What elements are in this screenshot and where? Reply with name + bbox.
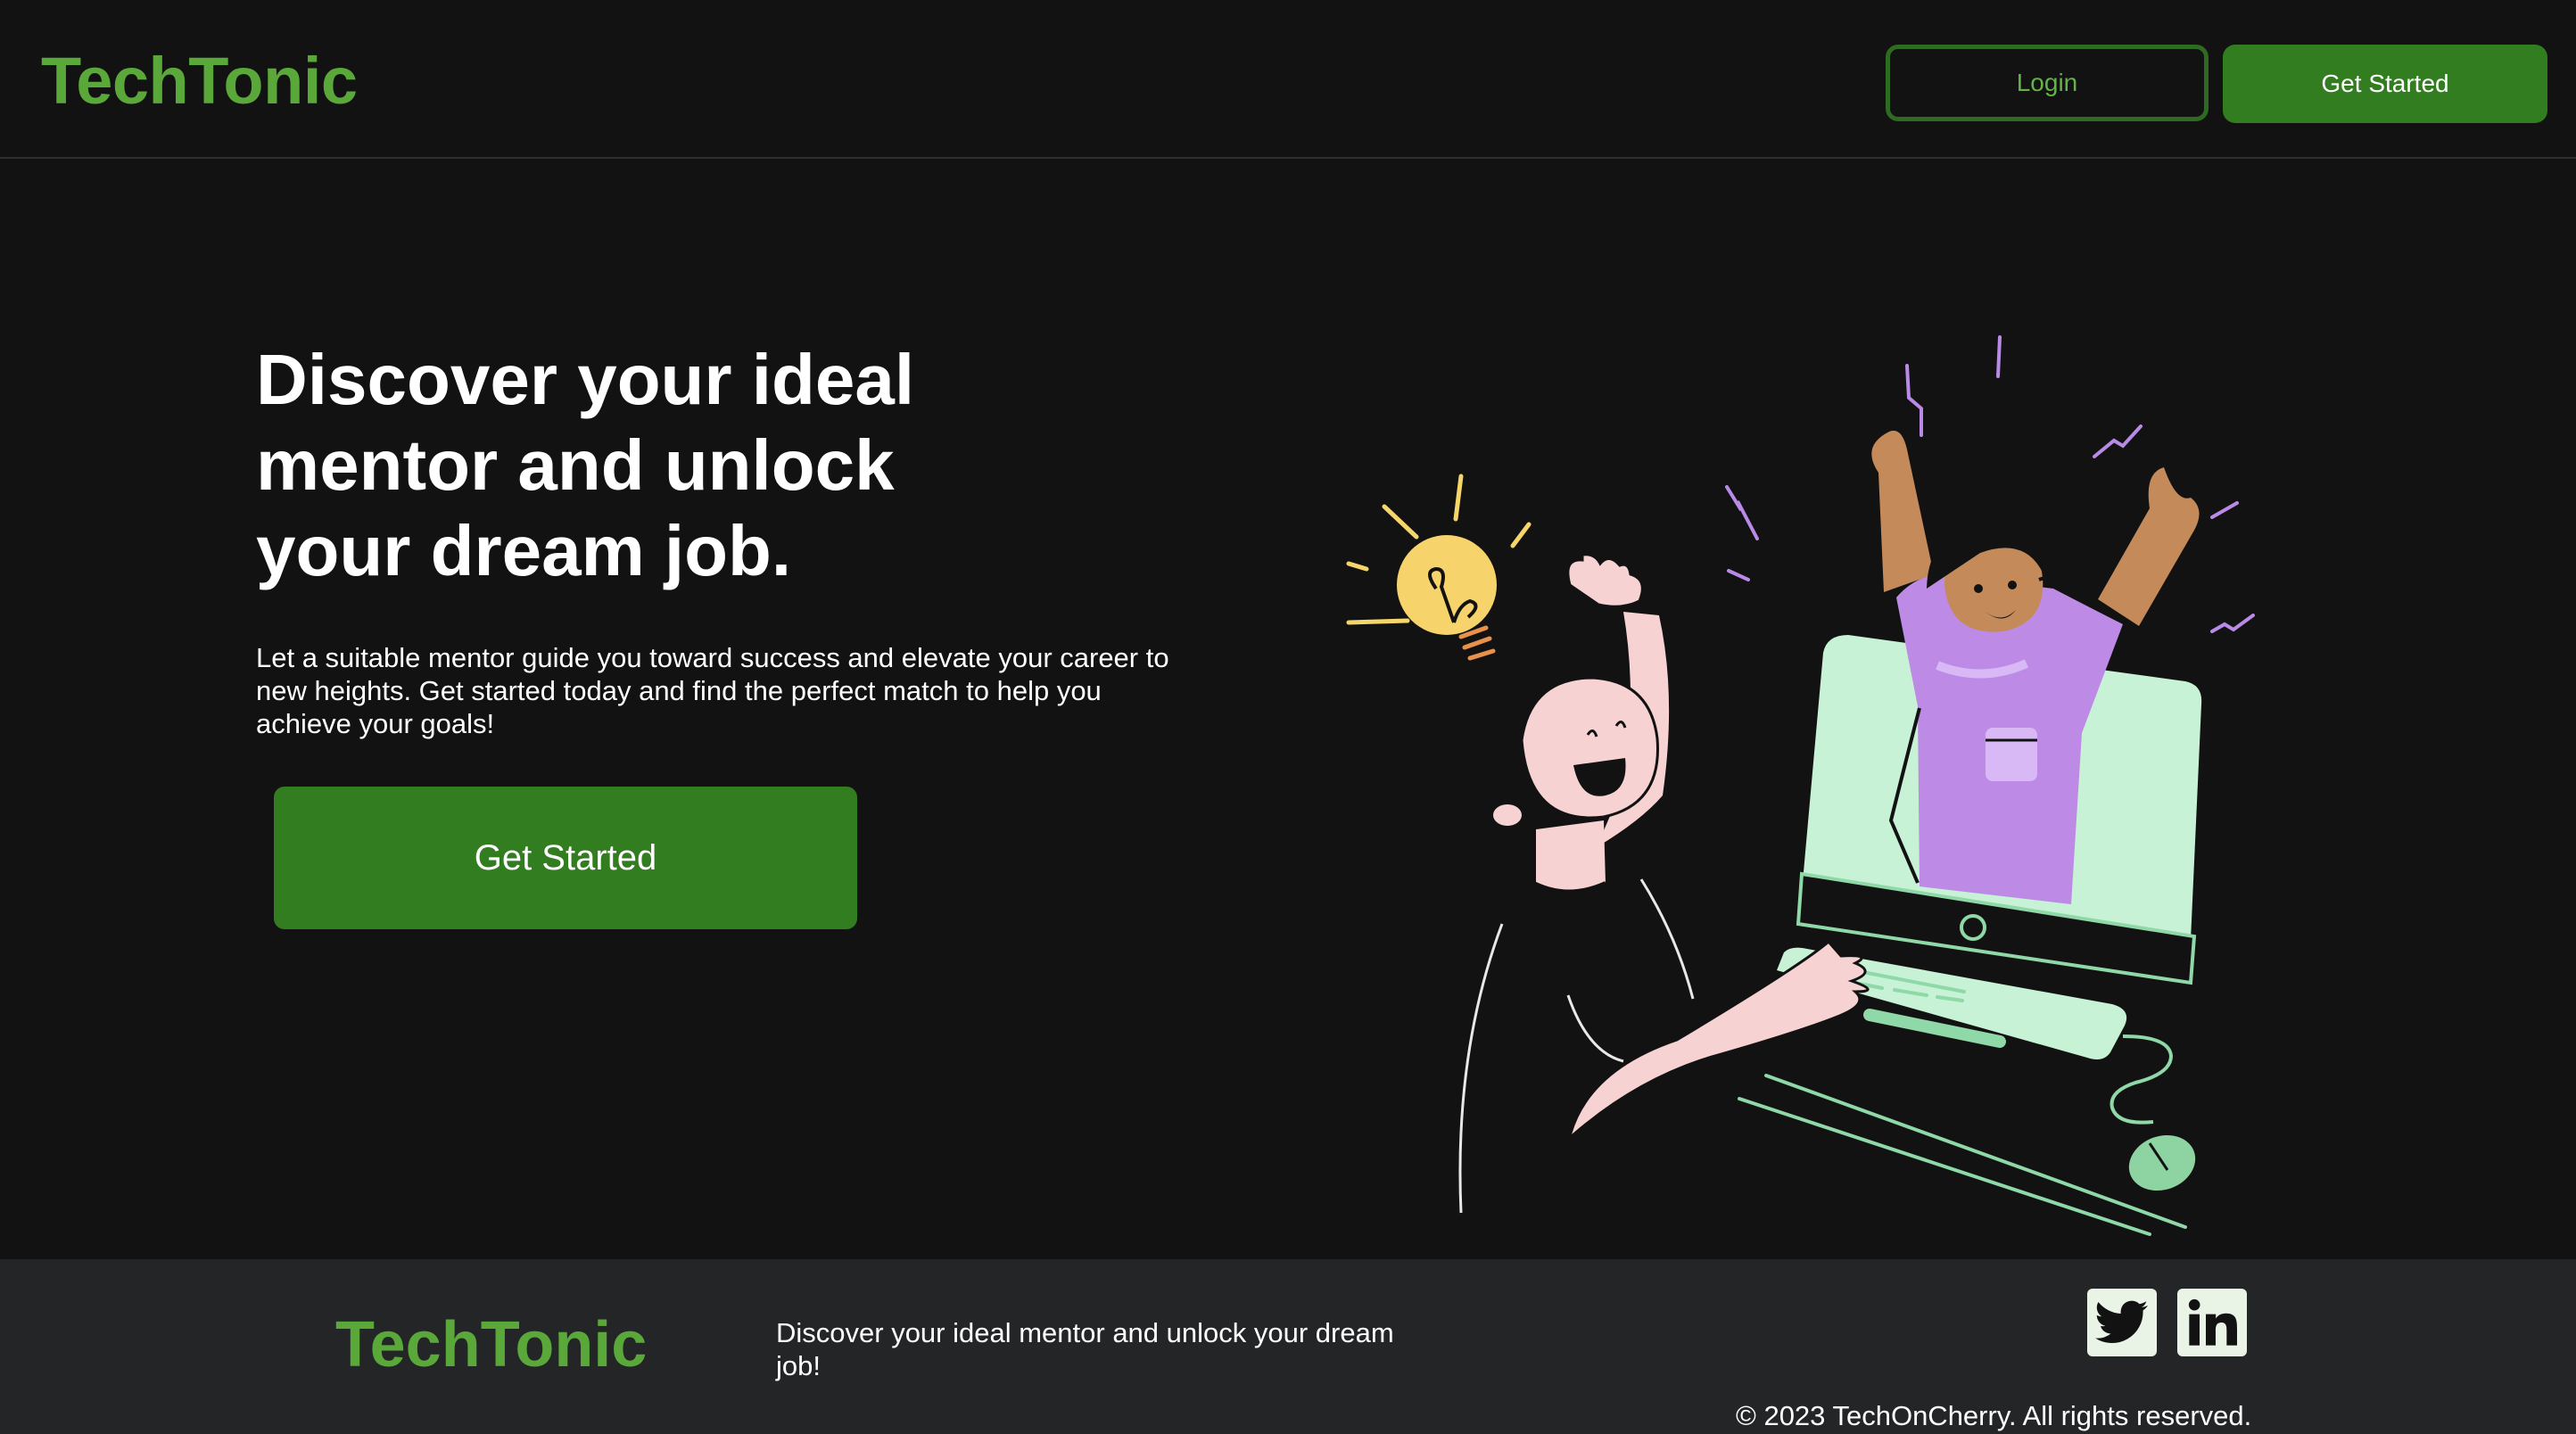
footer-brand-logo[interactable]: TechTonic <box>335 1313 647 1377</box>
mentor-celebration-illustration <box>1346 335 2255 1236</box>
twitter-link[interactable] <box>2087 1289 2157 1356</box>
brand-logo[interactable]: TechTonic <box>41 48 358 114</box>
hero-description: Let a suitable mentor guide you toward s… <box>256 642 1169 739</box>
hero-get-started-button[interactable]: Get Started <box>274 787 857 929</box>
header-get-started-button[interactable]: Get Started <box>2223 45 2547 123</box>
twitter-icon <box>2095 1300 2148 1344</box>
lightbulb-icon <box>1397 535 1497 661</box>
footer: TechTonic Discover your ideal mentor and… <box>0 1259 2576 1434</box>
login-button[interactable]: Login <box>1886 45 2209 121</box>
hero-title: Discover your ideal mentor and unlock yo… <box>256 340 915 590</box>
linkedin-link[interactable] <box>2177 1289 2247 1356</box>
top-navbar: TechTonic Login Get Started <box>0 0 2576 159</box>
copyright-text: © 2023 TechOnCherry. All rights reserved… <box>1736 1400 2252 1431</box>
footer-tagline: Discover your ideal mentor and unlock yo… <box>776 1317 1394 1381</box>
linkedin-icon <box>2188 1298 2237 1346</box>
